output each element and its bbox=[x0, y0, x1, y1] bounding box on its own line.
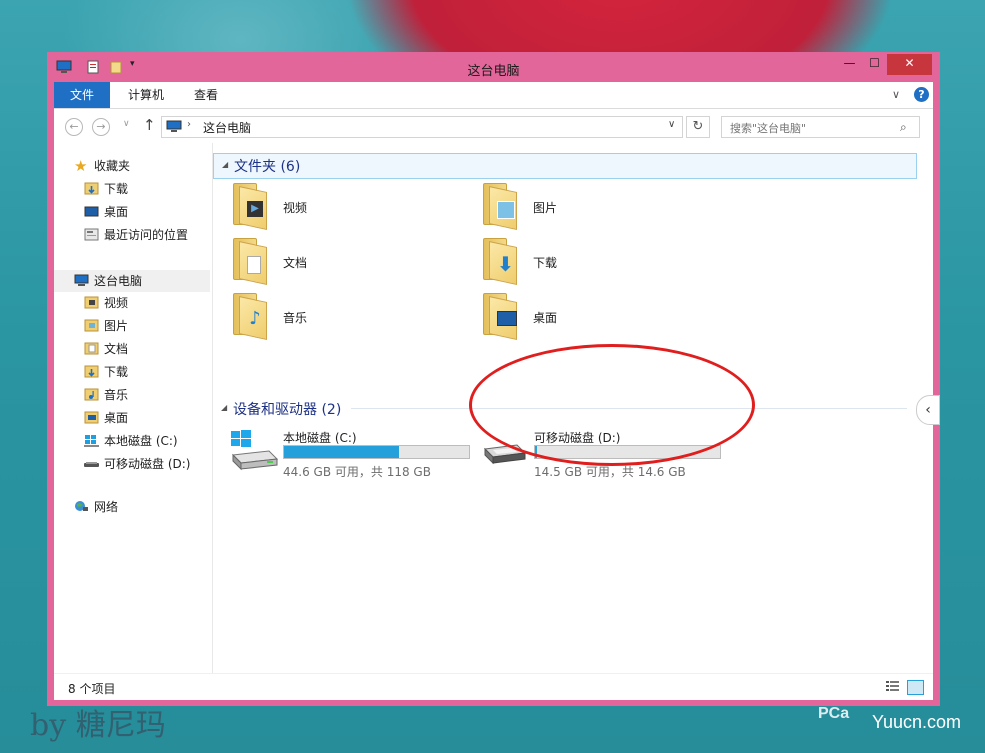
downloads-folder-icon bbox=[84, 365, 99, 378]
address-bar[interactable]: › 这台电脑 ∨ bbox=[161, 116, 683, 138]
drive-space-info: 44.6 GB 可用，共 118 GB bbox=[283, 465, 431, 479]
video-folder-icon bbox=[84, 296, 99, 309]
search-icon[interactable]: ⌕ bbox=[900, 120, 907, 135]
chevron-down-icon[interactable]: ∨ bbox=[892, 88, 900, 101]
computer-icon bbox=[74, 274, 89, 286]
group-title: 设备和驱动器 (2) bbox=[233, 402, 342, 418]
window-title: 这台电脑 bbox=[467, 64, 520, 79]
author-watermark: by 糖尼玛 bbox=[30, 708, 166, 743]
desktop-folder-icon bbox=[483, 293, 517, 340]
folder-label: 文档 bbox=[283, 256, 308, 270]
documents-folder-icon bbox=[233, 238, 267, 285]
folders-group-header[interactable]: ◢ 文件夹 (6) bbox=[213, 153, 917, 179]
folder-item[interactable]: 桌面 bbox=[483, 293, 723, 340]
desktop-folder-icon bbox=[84, 411, 99, 424]
downloads-folder-icon: ⬇ bbox=[483, 238, 517, 285]
highlight-annotation-ellipse bbox=[469, 344, 755, 466]
folder-label: 视频 bbox=[283, 201, 308, 215]
nav-label: 这台电脑 bbox=[94, 274, 143, 288]
search-box[interactable]: ⌕ bbox=[721, 116, 920, 139]
back-button[interactable]: ← bbox=[65, 118, 83, 136]
address-dropdown-icon[interactable]: ∨ bbox=[668, 119, 675, 130]
breadcrumb[interactable]: 这台电脑 bbox=[203, 119, 251, 136]
recent-places-icon bbox=[84, 228, 99, 241]
navigation-pane: ★ 收藏夹 下载 桌面 最近访问的位置 这台电脑 视频 图片 文档 下载 音乐 … bbox=[54, 143, 213, 673]
nav-label: 视频 bbox=[104, 296, 129, 310]
breadcrumb-separator[interactable]: › bbox=[187, 119, 191, 130]
nav-label: 音乐 bbox=[104, 388, 129, 402]
pictures-folder-icon bbox=[84, 319, 99, 332]
collapse-arrow-icon[interactable]: ◢ bbox=[222, 160, 228, 169]
address-toolbar: ← → ∨ ↑ › 这台电脑 ∨ ↻ ⌕ bbox=[54, 109, 933, 143]
ribbon-tabs: 文件 计算机 查看 ∨ ? bbox=[54, 82, 933, 109]
large-icons-view-icon[interactable] bbox=[907, 680, 924, 695]
up-button[interactable]: ↑ bbox=[143, 116, 156, 134]
status-bar: 8 个项目 bbox=[54, 673, 933, 700]
folder-item[interactable]: 图片 bbox=[483, 183, 723, 230]
folder-item[interactable]: ▶ 视频 bbox=[233, 183, 473, 230]
star-icon: ★ bbox=[74, 157, 88, 175]
chevron-left-icon[interactable]: ‹ bbox=[916, 395, 940, 425]
desktop-icon bbox=[84, 206, 99, 217]
computer-icon bbox=[166, 120, 182, 132]
close-button[interactable]: ✕ bbox=[887, 54, 932, 75]
details-view-icon[interactable] bbox=[885, 680, 900, 693]
nav-label: 图片 bbox=[104, 319, 129, 333]
group-title: 文件夹 (6) bbox=[234, 159, 301, 175]
network-icon bbox=[75, 501, 88, 511]
nav-label: 本地磁盘 (C:) bbox=[104, 434, 178, 448]
site-watermark: Yuucn.com bbox=[872, 712, 962, 732]
documents-folder-icon bbox=[84, 342, 99, 355]
windows-drive-icon bbox=[84, 435, 99, 447]
nav-label: 桌面 bbox=[104, 205, 129, 219]
folder-label: 图片 bbox=[533, 201, 558, 215]
tab-computer[interactable]: 计算机 bbox=[116, 82, 176, 108]
nav-label: 桌面 bbox=[104, 411, 129, 425]
downloads-folder-icon bbox=[84, 182, 99, 195]
folder-label: 音乐 bbox=[283, 311, 308, 325]
video-folder-icon: ▶ bbox=[233, 183, 267, 230]
nav-label: 可移动磁盘 (D:) bbox=[104, 457, 191, 471]
folder-item[interactable]: ⬇ 下载 bbox=[483, 238, 723, 285]
music-folder-icon: ♪ bbox=[233, 293, 267, 340]
nav-label: 下载 bbox=[104, 182, 129, 196]
tab-file[interactable]: 文件 bbox=[54, 82, 110, 108]
title-bar[interactable]: ▾ 这台电脑 — ☐ ✕ bbox=[47, 52, 940, 82]
drive-usage-fill bbox=[284, 446, 399, 458]
minimize-button[interactable]: — bbox=[837, 54, 862, 75]
recent-locations-icon[interactable]: ∨ bbox=[123, 119, 130, 129]
search-input[interactable] bbox=[722, 117, 902, 139]
music-folder-icon bbox=[84, 388, 99, 401]
pc-logo-watermark: PCa bbox=[818, 705, 850, 722]
drive-name: 本地磁盘 (C:) bbox=[283, 431, 357, 445]
drive-usage-bar bbox=[283, 445, 470, 459]
removable-drive-icon bbox=[84, 462, 99, 467]
folder-label: 下载 bbox=[533, 256, 558, 270]
help-icon[interactable]: ? bbox=[914, 87, 929, 102]
item-count: 8 个项目 bbox=[68, 682, 116, 696]
nav-label: 下载 bbox=[104, 365, 129, 379]
refresh-button[interactable]: ↻ bbox=[686, 116, 710, 138]
nav-label: 收藏夹 bbox=[94, 159, 131, 173]
forward-button[interactable]: → bbox=[92, 118, 110, 136]
maximize-button[interactable]: ☐ bbox=[862, 54, 887, 75]
tab-view[interactable]: 查看 bbox=[182, 82, 230, 108]
folder-item[interactable]: ♪ 音乐 bbox=[233, 293, 473, 340]
windows-drive-icon bbox=[231, 430, 279, 471]
pictures-folder-icon bbox=[483, 183, 517, 230]
folder-label: 桌面 bbox=[533, 311, 558, 325]
nav-label: 文档 bbox=[104, 342, 129, 356]
drive-item-c[interactable]: 本地磁盘 (C:) 44.6 GB 可用，共 118 GB bbox=[229, 425, 479, 479]
nav-label: 最近访问的位置 bbox=[104, 228, 189, 242]
nav-label: 网络 bbox=[94, 500, 119, 514]
collapse-arrow-icon[interactable]: ◢ bbox=[221, 403, 227, 412]
folder-item[interactable]: 文档 bbox=[233, 238, 473, 285]
